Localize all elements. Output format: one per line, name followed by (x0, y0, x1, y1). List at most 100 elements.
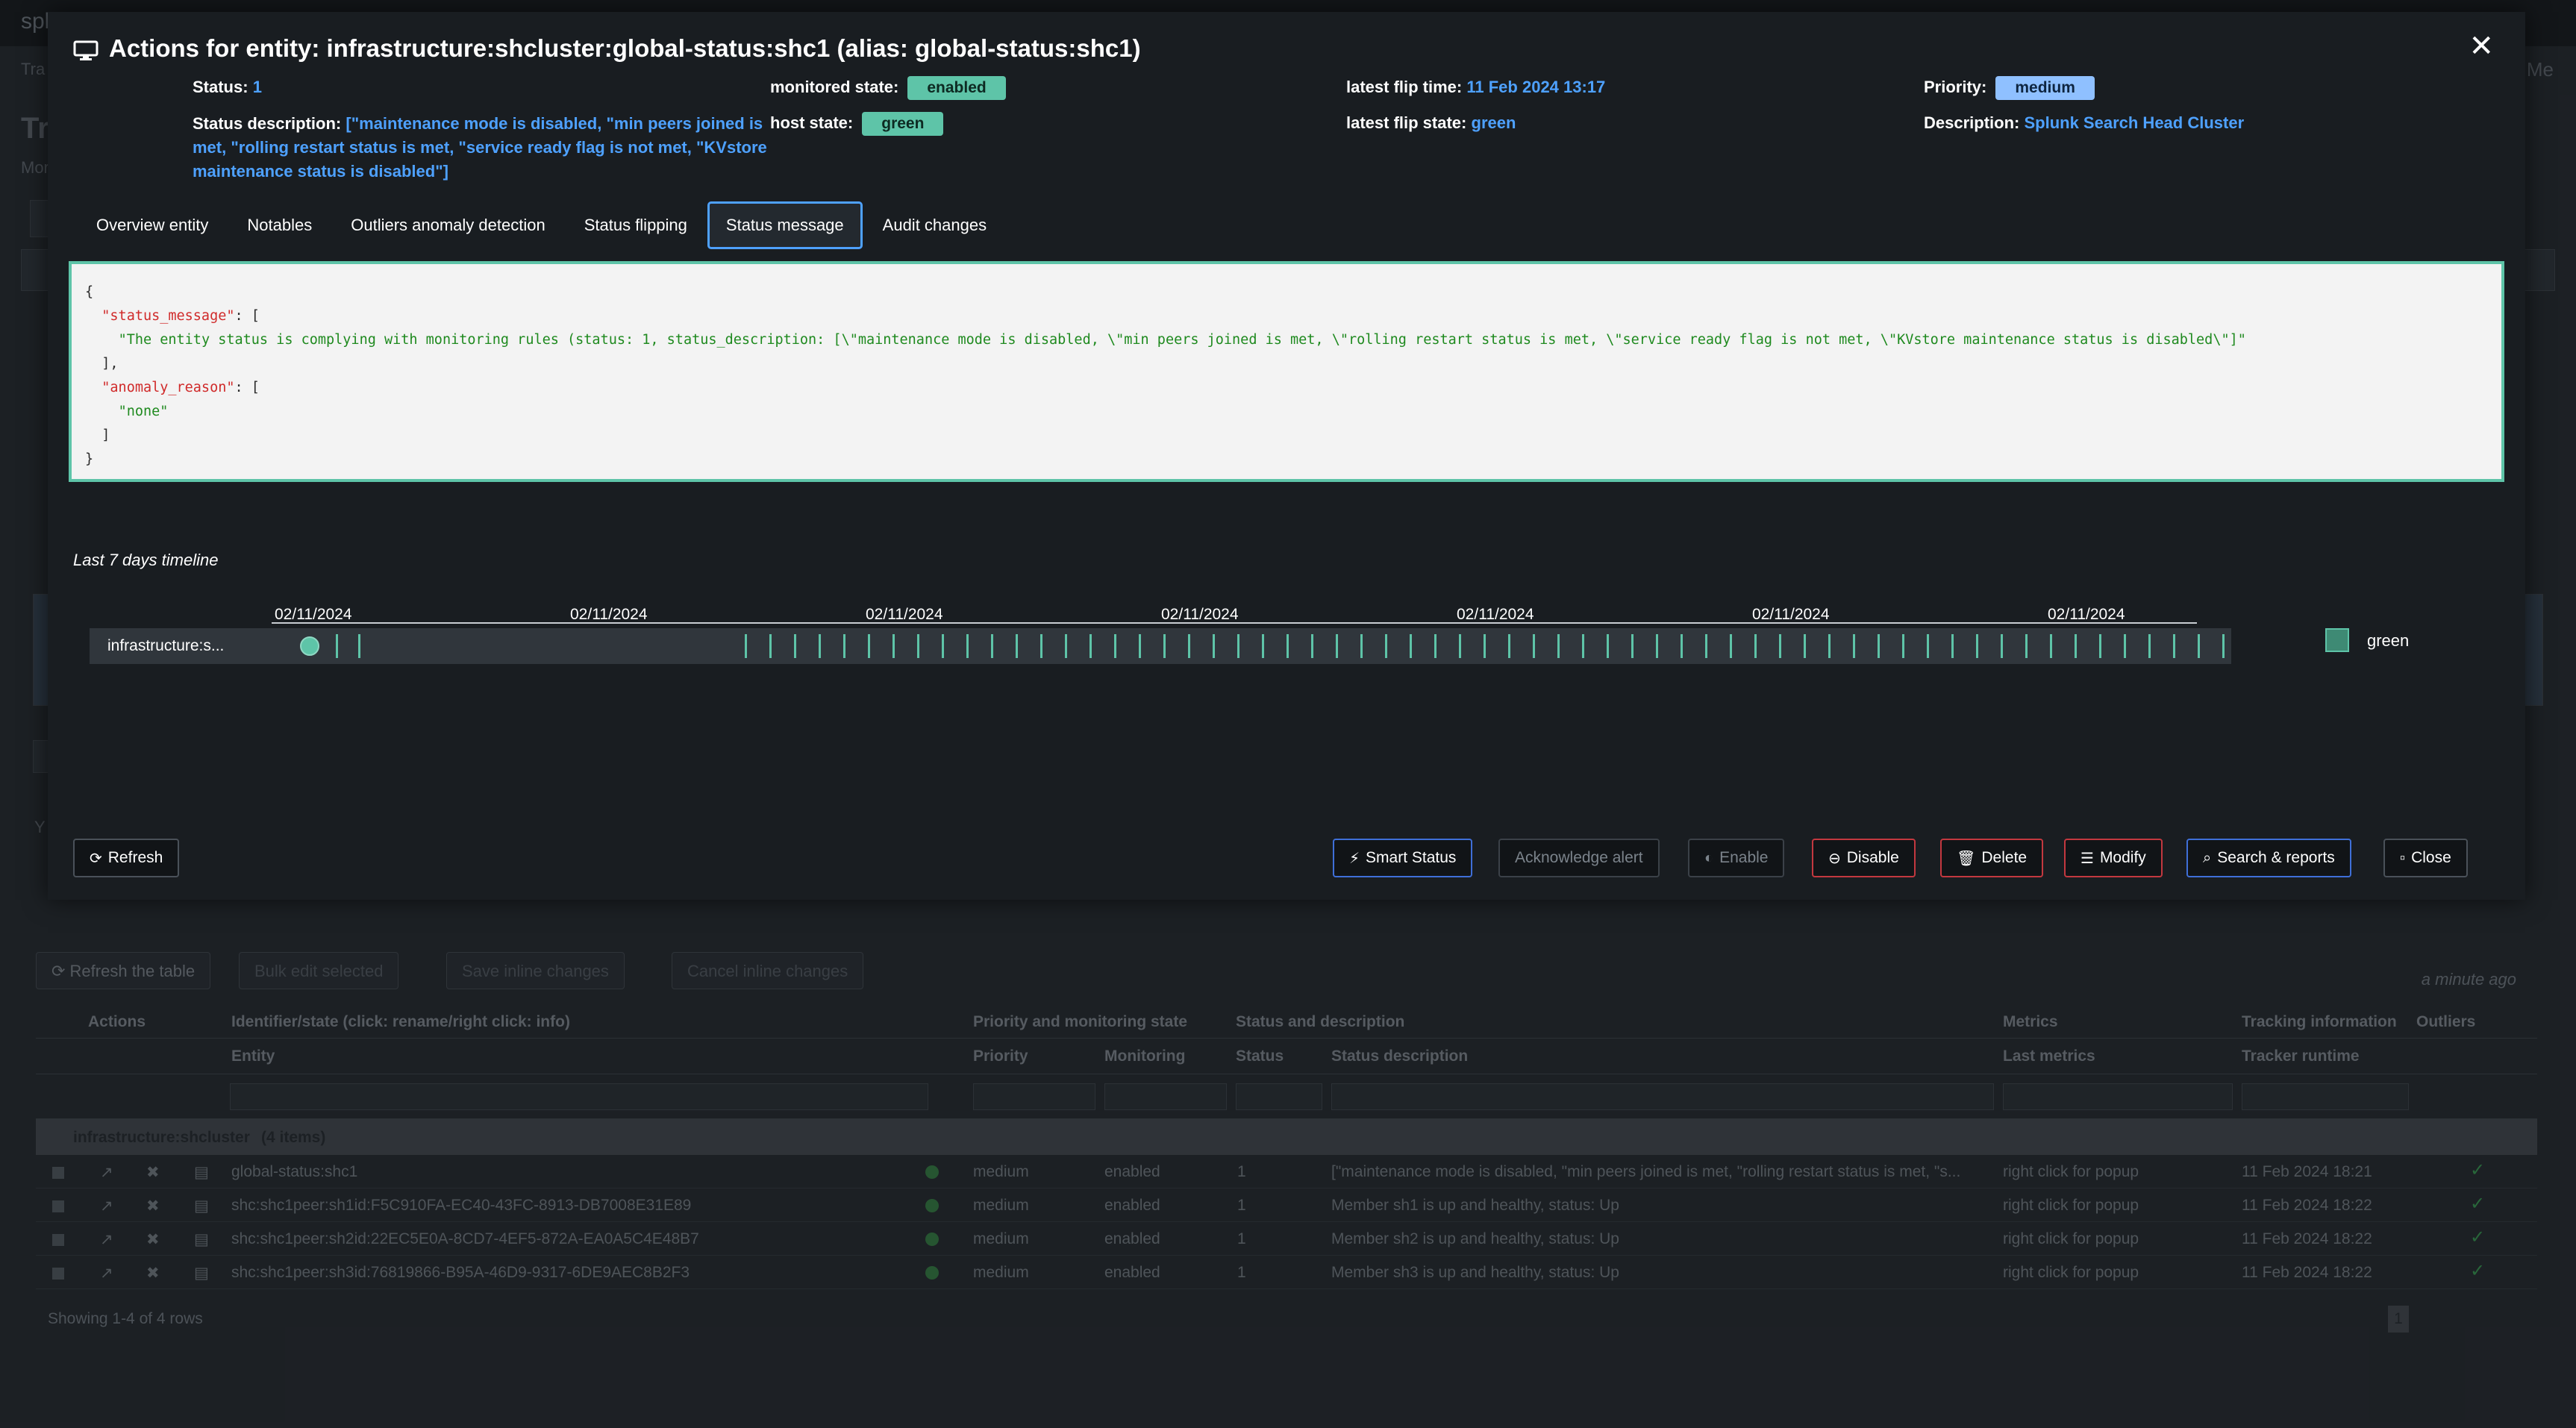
flip-time-label: latest flip time: (1346, 78, 1463, 96)
timeline-event-bar[interactable] (2001, 634, 2003, 658)
timeline-event-bar[interactable] (1730, 634, 1732, 658)
timeline-event-bar[interactable] (1336, 634, 1338, 658)
modal-title-text: Actions for entity: infrastructure:shclu… (109, 34, 1141, 62)
timeline-event-bar[interactable] (1779, 634, 1781, 658)
close-button[interactable]: ▫ Close (2383, 839, 2468, 877)
monitored-state-field: monitored state: enabled (770, 76, 1006, 100)
timeline-event-bar[interactable] (769, 634, 772, 658)
timeline-event-bar[interactable] (1557, 634, 1560, 658)
tab-overview-entity[interactable]: Overview entity (78, 201, 227, 249)
tab-status-message[interactable]: Status message (707, 201, 863, 249)
sliders-icon: ☰ (2081, 850, 2094, 867)
timeline-event-bar[interactable] (1484, 634, 1486, 658)
timeline-event-bar[interactable] (2025, 634, 2028, 658)
disable-button[interactable]: ⊖ Disable (1812, 839, 1916, 877)
timeline-event-bar[interactable] (1385, 634, 1387, 658)
close-icon[interactable]: ✕ (2469, 31, 2494, 61)
timeline-event-bar[interactable] (1828, 634, 1831, 658)
timeline-event-bar[interactable] (1508, 634, 1510, 658)
timeline-event-bar[interactable] (942, 634, 944, 658)
timeline-event-bar[interactable] (1878, 634, 1880, 658)
search-reports-button[interactable]: ⌕ Search & reports (2186, 839, 2351, 877)
enable-label: Enable (1719, 849, 1769, 866)
timeline-event-bar[interactable] (843, 634, 845, 658)
tab-status-flipping[interactable]: Status flipping (566, 201, 706, 249)
timeline-start-marker[interactable] (300, 636, 319, 656)
timeline-event-bar[interactable] (1631, 634, 1634, 658)
status-field: Status: 1 (193, 78, 262, 97)
timeline-event-bar[interactable] (2050, 634, 2052, 658)
acknowledge-alert-button[interactable]: Acknowledge alert (1498, 839, 1660, 877)
legend-swatch-green (2325, 628, 2349, 652)
tab-outliers-anomaly-detection[interactable]: Outliers anomaly detection (332, 201, 563, 249)
enable-button[interactable]: ◐ Enable (1688, 839, 1785, 877)
timeline-event-bar[interactable] (2075, 634, 2077, 658)
modify-button[interactable]: ☰ Modify (2064, 839, 2163, 877)
tab-notables[interactable]: Notables (228, 201, 331, 249)
timeline-event-bar[interactable] (745, 634, 747, 658)
disable-label: Disable (1846, 849, 1899, 866)
flip-time-field: latest flip time: 11 Feb 2024 13:17 (1346, 78, 1605, 97)
timeline-event-bar[interactable] (336, 634, 338, 658)
timeline-event-bar[interactable] (917, 634, 919, 658)
timeline-event-bar[interactable] (794, 634, 796, 658)
host-state-field: host state: green (770, 112, 944, 136)
timeline-row[interactable]: infrastructure:s... (90, 628, 2231, 664)
timeline-event-bar[interactable] (819, 634, 821, 658)
timeline-event-bar[interactable] (1016, 634, 1018, 658)
tab-audit-changes[interactable]: Audit changes (864, 201, 1005, 249)
timeline-event-bar[interactable] (1976, 634, 1978, 658)
timeline-event-bar[interactable] (1853, 634, 1855, 658)
timeline-event-bar[interactable] (1311, 634, 1313, 658)
timeline-event-bar[interactable] (1804, 634, 1806, 658)
timeline-event-bar[interactable] (1459, 634, 1461, 658)
timeline-event-bar[interactable] (2124, 634, 2126, 658)
timeline-event-bar[interactable] (1360, 634, 1363, 658)
timeline-event-bar[interactable] (1065, 634, 1067, 658)
timeline-event-bar[interactable] (1287, 634, 1289, 658)
timeline-event-bar[interactable] (1262, 634, 1264, 658)
timeline-event-bar[interactable] (1410, 634, 1412, 658)
smart-status-button[interactable]: ⚡ Smart Status (1333, 839, 1473, 877)
timeline-event-bar[interactable] (1139, 634, 1141, 658)
timeline-tick: 02/11/2024 (1161, 606, 1239, 623)
description-value: Splunk Search Head Cluster (2024, 113, 2245, 132)
timeline-label: Last 7 days timeline (73, 551, 219, 569)
timeline-event-bar[interactable] (1681, 634, 1683, 658)
delete-button[interactable]: 🗑 Delete (1940, 839, 2044, 877)
timeline-event-bar[interactable] (1533, 634, 1535, 658)
timeline-event-bar[interactable] (358, 634, 360, 658)
timeline-event-bar[interactable] (1754, 634, 1757, 658)
timeline-event-bar[interactable] (892, 634, 895, 658)
timeline-tick: 02/11/2024 (1752, 606, 1830, 623)
timeline-event-bar[interactable] (1582, 634, 1584, 658)
timeline-event-bar[interactable] (1705, 634, 1707, 658)
status-message-json[interactable]: { "status_message": [ "The entity status… (69, 261, 2504, 482)
monitored-state-badge: enabled (907, 76, 1006, 100)
timeline-event-bar[interactable] (991, 634, 993, 658)
timeline-event-bar[interactable] (1040, 634, 1042, 658)
timeline-event-bar[interactable] (1188, 634, 1190, 658)
timeline-event-bar[interactable] (2222, 634, 2225, 658)
timeline-event-bar[interactable] (1434, 634, 1437, 658)
timeline-event-bar[interactable] (2173, 634, 2175, 658)
timeline-event-bar[interactable] (1656, 634, 1658, 658)
timeline-event-bar[interactable] (2099, 634, 2101, 658)
timeline-event-bar[interactable] (868, 634, 870, 658)
timeline-event-bar[interactable] (1090, 634, 1092, 658)
timeline-event-bar[interactable] (2198, 634, 2200, 658)
refresh-button[interactable]: ⟳ Refresh (73, 839, 180, 877)
timeline-event-bar[interactable] (966, 634, 969, 658)
timeline-event-bar[interactable] (1902, 634, 1904, 658)
legend-label-green: green (2367, 631, 2410, 650)
timeline-event-bar[interactable] (1927, 634, 1929, 658)
json-key-anomaly-reason: "anomaly_reason" (101, 380, 235, 395)
timeline-event-bar[interactable] (1237, 634, 1239, 658)
timeline-event-bar[interactable] (2148, 634, 2151, 658)
timeline-event-bar[interactable] (1213, 634, 1215, 658)
timeline-event-bar[interactable] (1951, 634, 1954, 658)
host-state-badge: green (862, 112, 944, 136)
timeline-event-bar[interactable] (1607, 634, 1609, 658)
timeline-event-bar[interactable] (1163, 634, 1166, 658)
timeline-event-bar[interactable] (1114, 634, 1116, 658)
